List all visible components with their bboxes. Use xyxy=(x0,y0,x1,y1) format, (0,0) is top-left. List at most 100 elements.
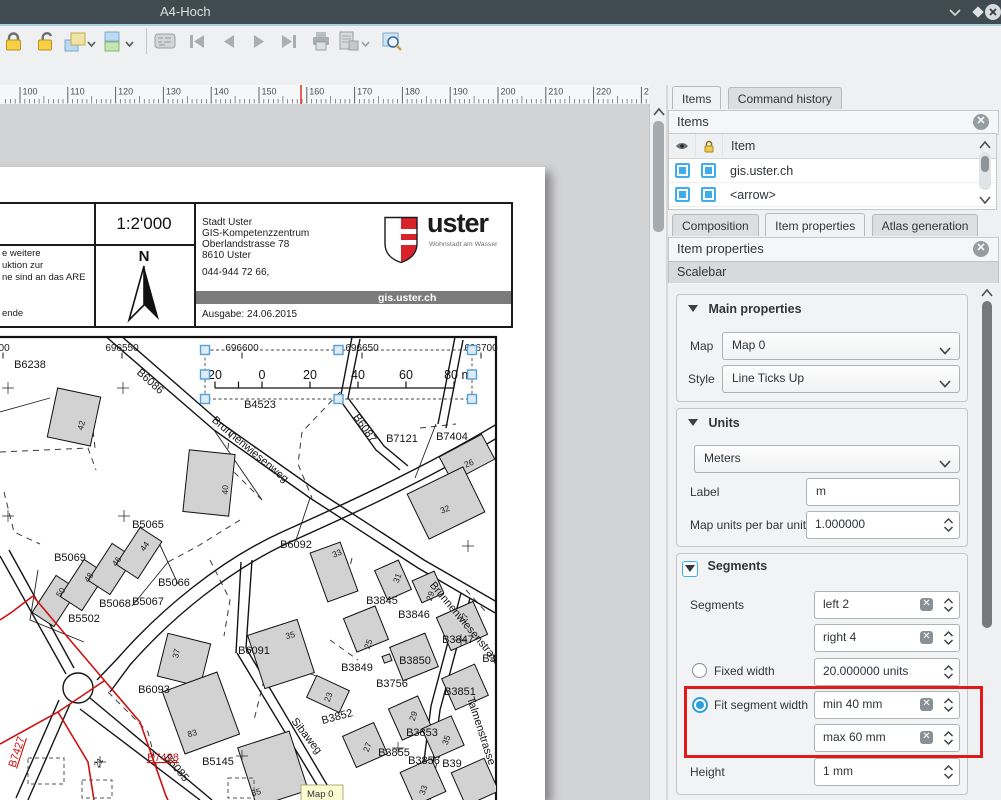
scalebar-number: 60 xyxy=(399,368,413,382)
fixed-width-radio[interactable] xyxy=(692,663,707,678)
website-banner-red: gis.uster.ch xyxy=(373,291,511,304)
uster-coat-of-arms-icon xyxy=(383,216,423,264)
items-dock-titlebar: Items ✕ xyxy=(668,110,999,135)
visibility-checkbox[interactable] xyxy=(675,187,690,202)
map-label: B5065 xyxy=(132,519,164,531)
close-window-icon[interactable] xyxy=(984,3,1001,21)
selection-handle[interactable] xyxy=(201,395,210,404)
shade-window-icon[interactable] xyxy=(946,3,964,21)
scroll-up-icon[interactable] xyxy=(981,288,993,298)
items-scrollbar-track[interactable] xyxy=(979,152,991,190)
selection-handle[interactable] xyxy=(468,346,477,355)
collapse-checkbox-icon[interactable] xyxy=(682,561,698,577)
selection-handle[interactable] xyxy=(334,395,343,404)
align-items-icon[interactable] xyxy=(103,30,137,54)
scalebar-number: 0 xyxy=(259,368,266,382)
map-label: B7404 xyxy=(436,431,468,443)
spinner-arrows-icon[interactable] xyxy=(943,630,954,646)
scrollbar-thumb[interactable] xyxy=(653,121,664,232)
clear-icon[interactable]: ✕ xyxy=(920,631,933,644)
height-spinbox[interactable]: 1 mm xyxy=(814,758,960,786)
annotation-highlight-box xyxy=(684,686,983,758)
ruler-number: 230 xyxy=(644,87,649,97)
map-label: B5066 xyxy=(158,577,190,589)
segments-header[interactable]: Segments xyxy=(682,559,767,577)
tab-composition[interactable]: Composition xyxy=(672,214,759,236)
map-units-per-bar-unit-spinbox[interactable]: 1.000000 xyxy=(806,511,960,539)
selection-handle[interactable] xyxy=(201,370,210,379)
ruler-number: 170 xyxy=(357,87,372,97)
tab-command-history[interactable]: Command history xyxy=(728,87,842,109)
selection-handle[interactable] xyxy=(468,370,477,379)
lock-checkbox[interactable] xyxy=(701,163,716,178)
lock-items-icon[interactable] xyxy=(3,30,25,54)
map-label: 40 xyxy=(220,484,231,495)
window-title: A4-Hoch xyxy=(160,4,211,19)
scalebar-number: 20 xyxy=(303,368,317,382)
units-header[interactable]: Units xyxy=(688,416,740,430)
export-atlas-icon xyxy=(337,30,371,54)
items-table-row[interactable]: gis.uster.ch xyxy=(669,159,996,183)
scalebar-number: 40 xyxy=(351,368,365,382)
clear-icon[interactable]: ✕ xyxy=(920,598,933,611)
raise-items-icon[interactable] xyxy=(63,30,97,54)
spinner-arrows-icon[interactable] xyxy=(943,597,954,613)
canvas-vertical-scrollbar[interactable] xyxy=(649,104,667,800)
segments-left-spinbox[interactable]: left 2 ✕ xyxy=(814,591,960,619)
selection-handle[interactable] xyxy=(334,346,343,355)
selection-handle[interactable] xyxy=(468,395,477,404)
map-scale-text: 1:2'000 xyxy=(94,204,194,244)
units-combobox[interactable]: Meters xyxy=(694,445,960,473)
next-feature-icon xyxy=(248,30,270,54)
lock-checkbox[interactable] xyxy=(701,187,716,202)
spinner-arrows-icon[interactable] xyxy=(943,764,954,780)
selection-handle[interactable] xyxy=(201,346,210,355)
zoom-full-icon[interactable] xyxy=(381,30,403,54)
main-properties-header[interactable]: Main properties xyxy=(688,302,802,316)
clipped-text: ne sind an das ARE xyxy=(2,272,85,283)
titlebar[interactable] xyxy=(0,0,1001,24)
map-tooltip: Map 0 xyxy=(301,785,343,800)
item-label: <arrow> xyxy=(721,188,776,202)
tab-atlas-generation[interactable]: Atlas generation xyxy=(872,214,979,236)
horizontal-ruler: 1001101201301401501601701801902002102202… xyxy=(0,85,649,105)
previous-feature-icon xyxy=(218,30,240,54)
ruler-number: 190 xyxy=(453,87,468,97)
close-items-dock-icon[interactable]: ✕ xyxy=(973,114,989,130)
tab-item-properties[interactable]: Item properties xyxy=(765,213,865,236)
map-label: B7428 xyxy=(147,752,179,764)
items-column-header: Item xyxy=(723,139,755,153)
scrollbar-thumb[interactable] xyxy=(981,156,989,172)
scroll-up-icon[interactable] xyxy=(653,107,665,117)
coordinate-label: 696600 xyxy=(225,343,259,354)
tab-items[interactable]: Items xyxy=(672,86,721,109)
website-banner: gis.uster.ch xyxy=(196,291,511,304)
unlock-items-icon[interactable] xyxy=(35,30,57,54)
fixed-width-spinbox[interactable]: 20.000000 units xyxy=(814,658,960,686)
scroll-up-icon[interactable] xyxy=(979,140,991,150)
items-dock-tabs: Items Command history xyxy=(672,86,844,109)
segments-right-spinbox[interactable]: right 4 ✕ xyxy=(814,624,960,652)
scroll-down-icon[interactable] xyxy=(979,195,991,205)
composition-canvas[interactable]: e weitere uktion zur ne sind an das ARE … xyxy=(0,104,649,800)
style-combobox[interactable]: Line Ticks Up xyxy=(722,365,960,393)
ruler-number: 110 xyxy=(70,87,84,97)
map-label: B3853 xyxy=(406,727,438,739)
collapse-icon xyxy=(688,305,698,312)
map-combobox[interactable]: Map 0 xyxy=(722,332,960,360)
map-label: B5502 xyxy=(68,613,100,625)
style-label: Style xyxy=(688,372,715,386)
visibility-checkbox[interactable] xyxy=(675,163,690,178)
map-label: Map xyxy=(690,339,713,353)
scrollbar-thumb[interactable] xyxy=(982,301,992,628)
close-properties-dock-icon[interactable]: ✕ xyxy=(973,241,989,257)
items-table[interactable]: Item gis.uster.ch <arrow> xyxy=(668,133,997,210)
website-text: gis.uster.ch xyxy=(378,292,436,304)
map-item[interactable]: B6238B6086BrunnenwiesenwegB4523B7121B740… xyxy=(0,330,545,800)
spinner-arrows-icon[interactable] xyxy=(943,664,954,680)
items-table-row[interactable]: <arrow> xyxy=(669,183,996,207)
spinner-arrows-icon[interactable] xyxy=(943,517,954,533)
coordinate-label: 696500 xyxy=(0,343,10,354)
unit-label-input[interactable]: m xyxy=(806,478,960,506)
map-label: B6238 xyxy=(14,359,46,371)
